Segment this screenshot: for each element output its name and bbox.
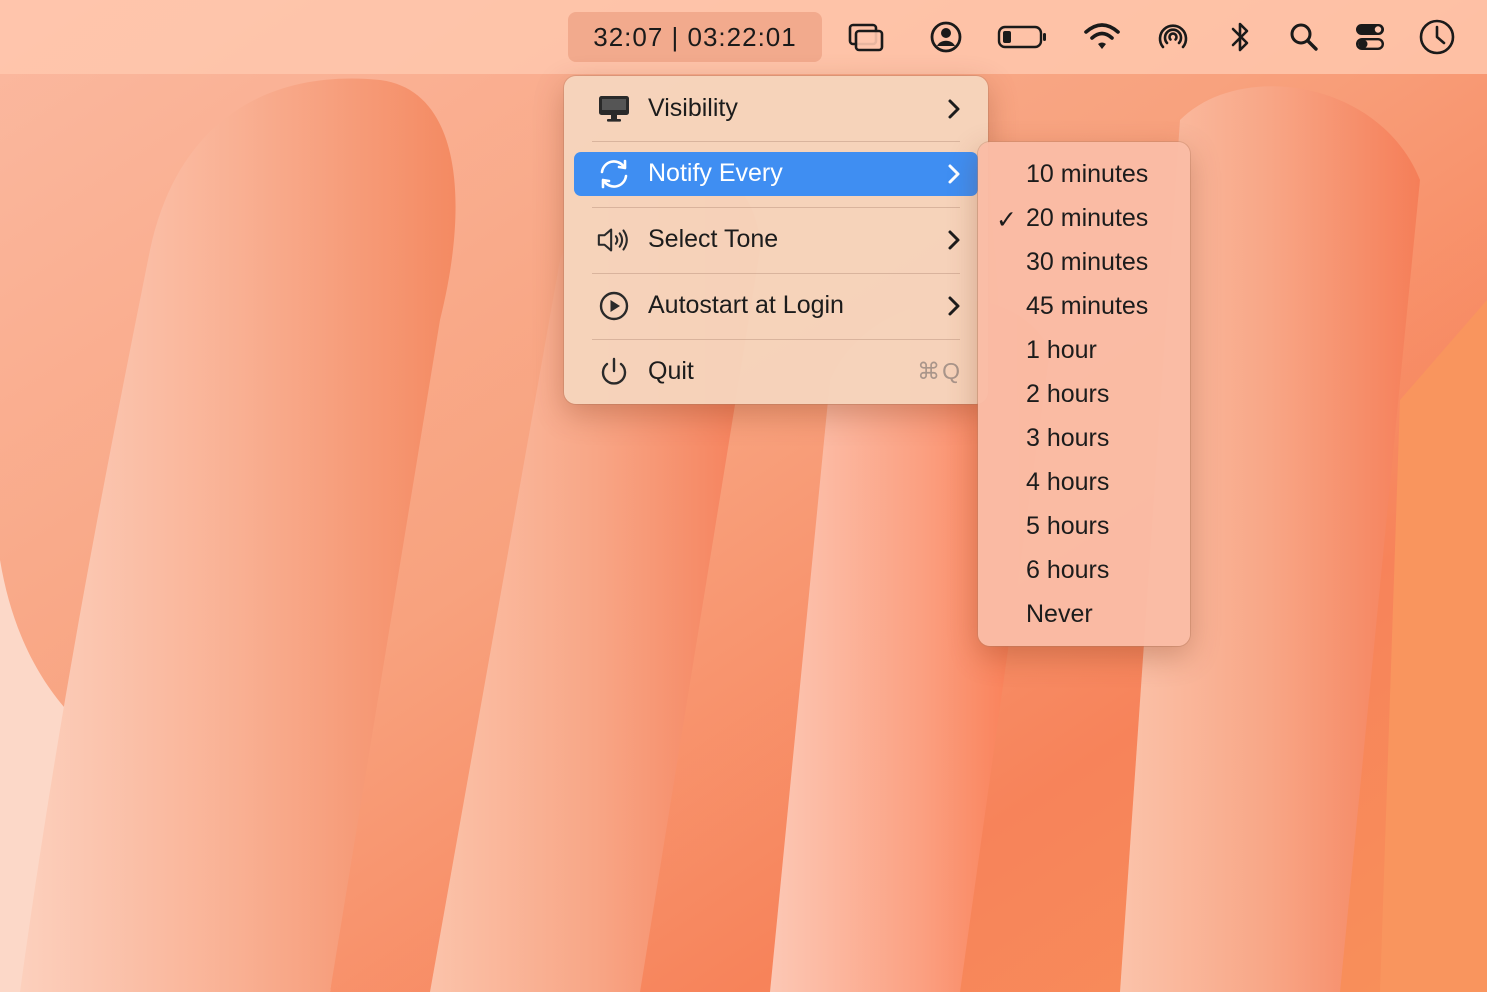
submenu-item-label: 1 hour [1026,336,1097,364]
submenu-item-label: 30 minutes [1026,248,1149,276]
keyboard-shortcut: ⌘Q [917,358,962,384]
airdrop-icon[interactable] [1152,16,1194,58]
submenu-item-label: 4 hours [1026,468,1110,496]
submenu-item-2-hours[interactable]: 2 hours [978,373,1190,417]
submenu-item-3-hours[interactable]: 3 hours [978,417,1190,461]
menu-separator [592,273,960,274]
menu-item-select-tone[interactable]: Select Tone [574,218,978,262]
submenu-item-label: 6 hours [1026,556,1110,584]
user-circle-icon[interactable] [925,16,967,58]
submenu-item-6-hours[interactable]: 6 hours [978,549,1190,593]
submenu-item-45-minutes[interactable]: 45 minutes [978,285,1190,329]
windows-icon[interactable] [845,16,887,58]
submenu-item-5-hours[interactable]: 5 hours [978,505,1190,549]
menu-item-label: Notify Every [648,159,783,187]
chevron-right-icon [948,296,960,316]
bluetooth-icon[interactable] [1219,16,1261,58]
clock-icon[interactable] [1416,16,1458,58]
submenu-item-label: 2 hours [1026,380,1110,408]
battery-icon[interactable] [997,16,1049,58]
wifi-icon[interactable] [1081,16,1123,58]
control-center-icon[interactable] [1349,16,1391,58]
submenu-item-10-minutes[interactable]: 10 minutes [978,153,1190,197]
sync-icon [596,158,632,190]
menu-separator [592,339,960,340]
menu-item-label: Visibility [648,94,738,122]
submenu-item-label: 3 hours [1026,424,1110,452]
chevron-right-icon [948,99,960,119]
checkmark-icon: ✓ [996,206,1017,234]
menu-separator [592,141,960,142]
menu-item-label: Autostart at Login [648,291,844,319]
monitor-icon [596,93,632,125]
submenu-item-20-minutes[interactable]: ✓ 20 minutes [978,197,1190,241]
submenu-item-label: 45 minutes [1026,292,1149,320]
chevron-right-icon [948,230,960,250]
power-icon [596,356,632,388]
submenu-item-label: 20 minutes [1026,204,1149,232]
menu-item-label: Select Tone [648,225,779,253]
menu-item-visibility[interactable]: Visibility [574,87,978,131]
play-circle-icon [596,290,632,322]
submenu-item-label: 5 hours [1026,512,1110,540]
timer-status-item[interactable]: 32:07 | 03:22:01 [568,12,822,62]
submenu-item-30-minutes[interactable]: 30 minutes [978,241,1190,285]
chevron-right-icon [948,164,960,184]
speaker-icon [596,224,632,256]
menu-item-quit[interactable]: Quit ⌘Q [574,350,978,394]
submenu-item-label: Never [1026,600,1093,628]
menu-separator [592,207,960,208]
submenu-item-label: 10 minutes [1026,160,1149,188]
menu-bar: 32:07 | 03:22:01 [0,0,1487,74]
menu-item-notify-every[interactable]: Notify Every [574,152,978,196]
submenu-item-1-hour[interactable]: 1 hour [978,329,1190,373]
search-icon[interactable] [1283,16,1325,58]
menu-item-autostart-at-login[interactable]: Autostart at Login [574,284,978,328]
notify-every-submenu: 10 minutes ✓ 20 minutes 30 minutes 45 mi… [978,142,1190,646]
app-dropdown-menu: Visibility Notify Every Select Tone Auto… [564,76,988,404]
submenu-item-4-hours[interactable]: 4 hours [978,461,1190,505]
submenu-item-never[interactable]: Never [978,593,1190,637]
menu-item-label: Quit [648,357,694,385]
